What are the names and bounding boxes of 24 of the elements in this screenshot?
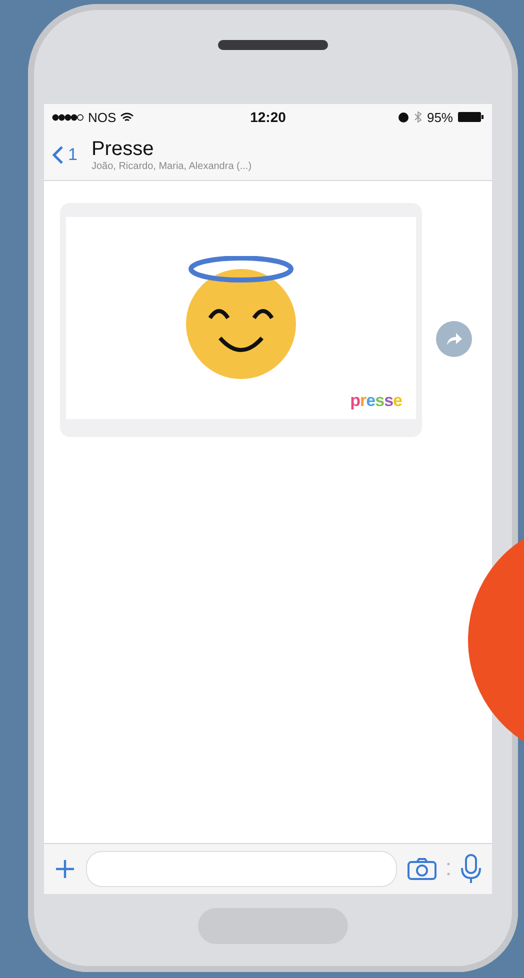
microphone-button[interactable]	[460, 854, 482, 884]
add-button[interactable]	[54, 858, 76, 880]
bluetooth-icon	[414, 111, 422, 123]
presse-logo: presse	[350, 391, 402, 411]
signal-icon	[52, 114, 84, 120]
angel-smiley-icon	[186, 256, 296, 380]
message-input[interactable]	[86, 851, 397, 887]
battery-percent: 95%	[426, 110, 453, 124]
forward-button[interactable]	[436, 321, 472, 357]
carrier-name: NOS	[88, 110, 116, 124]
microphone-icon	[460, 854, 482, 884]
chat-title: Presse	[91, 138, 155, 161]
status-time: 12:20	[250, 109, 286, 125]
back-button[interactable]: 1	[52, 145, 78, 165]
chat-members: João, Ricardo, Maria, Alexandra (...)	[91, 161, 252, 172]
forward-arrow-icon	[445, 332, 463, 346]
back-chevron-icon	[52, 145, 64, 165]
plus-icon	[54, 858, 76, 880]
alarm-icon	[398, 112, 409, 122]
camera-icon	[407, 857, 437, 881]
image-message[interactable]: presse	[60, 203, 422, 437]
battery-icon	[458, 112, 484, 122]
camera-button[interactable]	[407, 857, 437, 881]
wifi-icon	[120, 112, 134, 122]
